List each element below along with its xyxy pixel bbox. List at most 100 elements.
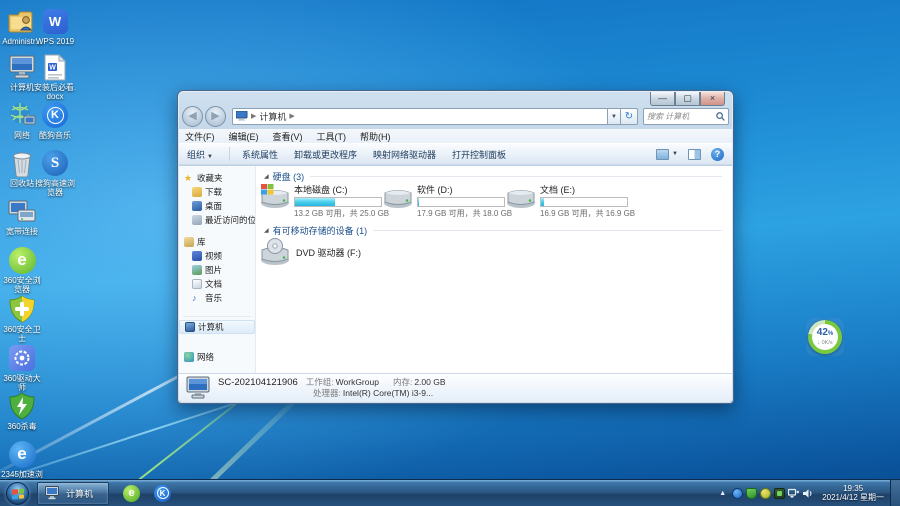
speed-ring: 42% ↓ 0K/s: [808, 320, 842, 354]
menu-view[interactable]: 查看(V): [273, 130, 303, 143]
drive-c-tile[interactable]: 本地磁盘 (C:) 13.2 GB 可用，共 25.0 GB: [260, 183, 389, 219]
computer-icon: [45, 486, 59, 500]
sidebar-item-pictures[interactable]: 图片: [179, 263, 255, 277]
preview-pane-icon[interactable]: [688, 148, 701, 160]
navigation-pane: ★ 收藏夹 下载 桌面 最近访问的位置 库 视频: [179, 166, 256, 373]
taskbar-clock[interactable]: 19:35 2021/4/12 星期一: [822, 484, 884, 502]
sidebar-item-desktop[interactable]: 桌面: [179, 199, 255, 213]
hard-drive-icon: [261, 184, 289, 208]
360-driver-master-icon: [9, 345, 35, 371]
volume-tray-icon[interactable]: [802, 488, 813, 499]
documents-icon: [192, 279, 202, 289]
search-input[interactable]: 搜索 计算机: [647, 111, 716, 122]
dvd-drive-tile[interactable]: DVD 驱动器 (F:): [260, 238, 361, 266]
breadcrumb[interactable]: 计算机: [259, 110, 286, 123]
network-tray-icon[interactable]: [788, 488, 800, 499]
menu-edit[interactable]: 编辑(E): [229, 130, 259, 143]
kugou-icon: K: [42, 102, 68, 128]
capacity-meter: [540, 197, 628, 207]
section-header-harddisks[interactable]: ◢ 硬盘 (3): [264, 170, 722, 183]
search-box[interactable]: 搜索 计算机: [643, 107, 729, 125]
system-properties-button[interactable]: 系统属性: [242, 148, 278, 161]
star-icon: ★: [184, 173, 193, 183]
organize-button[interactable]: 组织 ▼: [187, 148, 213, 161]
desktop-icon-sogou[interactable]: S 搜狗高速浏览器: [33, 148, 77, 197]
command-toolbar: 组织 ▼ 系统属性 卸载或更改程序 映射网络驱动器 打开控制面板 ▼ ?: [179, 143, 732, 165]
taskbar: 计算机 e K ▲ 19:35 2021/4/12 星期一: [0, 479, 900, 506]
desktop-icon-label: 360安全浏览器: [3, 276, 41, 294]
address-bar[interactable]: ▶ 计算机 ▶: [232, 107, 608, 125]
360-safe-shield-icon: [7, 294, 37, 324]
tray-antivirus-shield-icon[interactable]: [746, 487, 758, 499]
sidebar-item-downloads[interactable]: 下载: [179, 185, 255, 199]
down-arrow-icon: ↓: [817, 340, 821, 346]
drive-d-tile[interactable]: 软件 (D:) 17.9 GB 可用，共 18.0 GB: [383, 183, 512, 219]
desktop-icon-wps[interactable]: W WPS 2019: [33, 6, 77, 46]
sidebar-item-documents[interactable]: 文档: [179, 277, 255, 291]
hard-drive-icon: [507, 190, 535, 208]
workgroup-value: WorkGroup: [335, 377, 379, 387]
desktop-icon-label: 360安全卫士: [3, 325, 41, 343]
breadcrumb-separator: ▶: [289, 113, 295, 120]
sidebar-group-favorites[interactable]: ★ 收藏夹: [179, 171, 255, 185]
collapse-triangle-icon[interactable]: ◢: [264, 227, 269, 234]
desktop-icon-360-antivirus[interactable]: 360杀毒: [0, 391, 44, 431]
back-button[interactable]: ◀: [182, 105, 203, 127]
refresh-icon[interactable]: ↻: [621, 107, 638, 125]
uninstall-program-button[interactable]: 卸载或更改程序: [294, 148, 357, 161]
pictures-icon: [192, 265, 202, 275]
chevron-down-icon[interactable]: ▼: [672, 151, 678, 157]
desktop-icon-label: 搜狗高速浏览器: [35, 179, 75, 197]
taskbar-button-label: 计算机: [66, 488, 94, 499]
address-dropdown-button[interactable]: ▼: [608, 107, 621, 125]
tray-360-safe-icon[interactable]: [760, 487, 772, 499]
section-header-removable[interactable]: ◢ 有可移动存储的设备 (1): [264, 224, 722, 237]
taskbar-button-computer[interactable]: 计算机: [37, 481, 109, 505]
desktop-icon-360-browser[interactable]: e 360安全浏览器: [0, 245, 44, 294]
open-control-panel-button[interactable]: 打开控制面板: [452, 148, 506, 161]
help-icon[interactable]: ?: [711, 147, 724, 161]
show-hidden-icons-button[interactable]: ▲: [719, 490, 726, 497]
taskbar-360-browser-icon[interactable]: e: [123, 484, 140, 502]
sidebar-item-computer[interactable]: 计算机: [179, 320, 255, 334]
computer-icon: [185, 322, 195, 332]
start-button[interactable]: [6, 481, 29, 505]
dvd-drive-icon: [261, 238, 289, 265]
sidebar-group-libraries[interactable]: 库: [179, 235, 255, 249]
map-network-drive-button[interactable]: 映射网络驱动器: [373, 148, 436, 161]
sidebar-item-videos[interactable]: 视频: [179, 249, 255, 263]
change-view-icon[interactable]: [656, 148, 670, 160]
forward-button[interactable]: ▶: [205, 105, 226, 127]
network-speed: 0K/s: [821, 340, 833, 346]
file-list-area: ◢ 硬盘 (3) 本地磁盘 (C:) 13.2 GB 可用，共 25.0 GB …: [256, 166, 732, 373]
menu-bar: 文件(F) 编辑(E) 查看(V) 工具(T) 帮助(H): [179, 129, 732, 143]
desktop-icon-label: 360杀毒: [7, 422, 37, 431]
speed-ball-widget[interactable]: 42% ↓ 0K/s: [806, 318, 844, 356]
tray-360-browser-icon[interactable]: [732, 487, 744, 499]
show-desktop-button[interactable]: [890, 479, 900, 506]
sidebar-item-recent-places[interactable]: 最近访问的位置: [179, 213, 255, 227]
computer-icon: [186, 376, 210, 399]
tray-driver-icon[interactable]: [774, 487, 786, 499]
sidebar-item-music[interactable]: ♪ 音乐: [179, 291, 255, 305]
device-name: DVD 驱动器 (F:): [296, 247, 361, 258]
desktop-icon-kugou[interactable]: K 酷狗音乐: [33, 100, 77, 140]
details-pane: SC-202104121906 工作组: WorkGroup 内存: 2.00 …: [179, 373, 732, 402]
taskbar-kugou-icon[interactable]: K: [154, 484, 171, 502]
capacity-meter: [294, 197, 382, 207]
sidebar-item-network[interactable]: 网络: [179, 350, 255, 364]
desktop-icon-360-safe[interactable]: 360安全卫士: [0, 294, 44, 343]
menu-help[interactable]: 帮助(H): [360, 130, 391, 143]
desktop-icon-docx[interactable]: W 安装后必看.docx: [33, 52, 77, 101]
svg-text:W: W: [49, 64, 56, 71]
menu-file[interactable]: 文件(F): [185, 130, 215, 143]
memory-percent: 42: [816, 327, 828, 338]
menu-tools[interactable]: 工具(T): [317, 130, 347, 143]
collapse-triangle-icon[interactable]: ◢: [264, 173, 269, 180]
wps-icon: W: [42, 8, 68, 34]
search-icon: [716, 111, 725, 121]
libraries-icon: [184, 237, 194, 247]
desktop-icon-360-driver[interactable]: 360驱动大师: [0, 343, 44, 392]
desktop-icon-dialup[interactable]: 宽带连接: [0, 196, 44, 236]
drive-e-tile[interactable]: 文档 (E:) 16.9 GB 可用，共 16.9 GB: [506, 183, 635, 219]
